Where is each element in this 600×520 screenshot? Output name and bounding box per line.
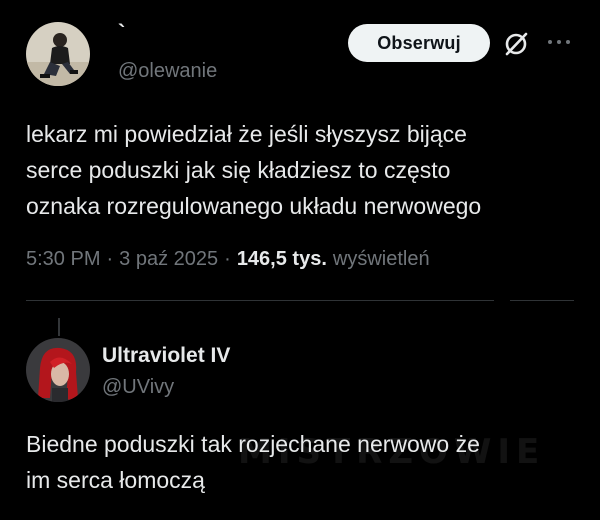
avatar-photo-icon xyxy=(26,338,90,402)
view-count[interactable]: 146,5 tys. xyxy=(237,248,327,271)
meta-separator: · xyxy=(224,248,231,270)
more-dot xyxy=(557,40,561,44)
avatar-olewanie[interactable] xyxy=(26,22,90,86)
reply-author-name[interactable]: Ultraviolet IV xyxy=(102,344,230,368)
post-author-handle[interactable]: @olewanie xyxy=(118,60,217,83)
view-count-label: wyświetleń xyxy=(332,248,430,270)
more-dot xyxy=(548,40,552,44)
post-text-line: lekarz mi powiedział że jeśli słyszysz b… xyxy=(26,121,467,147)
post-text-line: serce poduszki jak się kładziesz to częs… xyxy=(26,157,451,183)
divider xyxy=(26,300,494,301)
follow-button[interactable]: Obserwuj xyxy=(348,24,490,62)
meta-separator: · xyxy=(106,248,114,270)
more-dot xyxy=(566,40,570,44)
post-text: lekarz mi powiedział że jeśli słyszysz b… xyxy=(26,116,481,224)
grok-icon[interactable] xyxy=(502,30,530,58)
post-text-line: oznaka rozregulowanego układu nerwowego xyxy=(26,193,482,219)
thread-connector-line xyxy=(58,318,60,336)
avatar-uvivy[interactable] xyxy=(26,338,90,402)
avatar-photo-icon xyxy=(26,22,90,86)
post-time[interactable]: 5:30 PM xyxy=(26,248,100,271)
post-date[interactable]: 3 paź 2025 xyxy=(119,248,218,271)
reply-author-handle[interactable]: @UVivy xyxy=(102,376,174,399)
more-icon[interactable] xyxy=(544,32,574,52)
post-meta: 5:30 PM · 3 paź 2025 · 146,5 tys. wyświe… xyxy=(26,248,430,271)
divider xyxy=(510,300,574,301)
watermark: MISTRZOWIE xyxy=(238,432,546,472)
post-author-name[interactable]: ` xyxy=(118,20,125,46)
